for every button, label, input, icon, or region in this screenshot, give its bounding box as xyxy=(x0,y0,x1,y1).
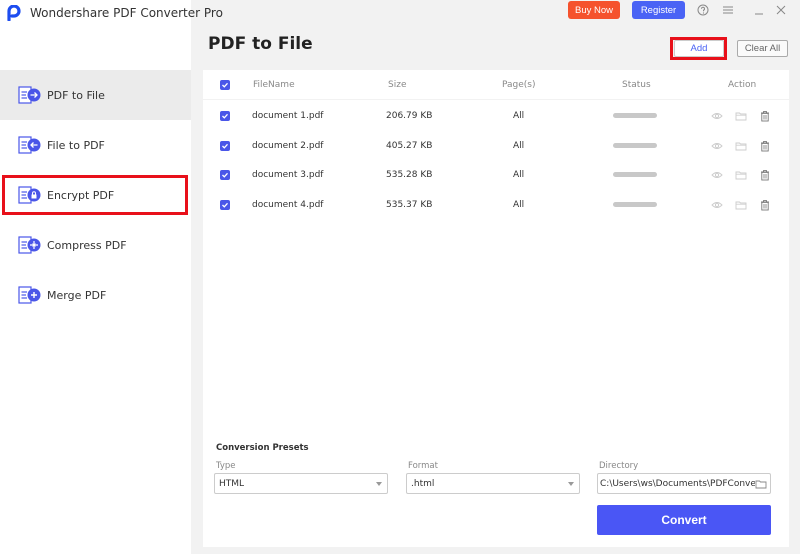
table-row[interactable]: document 1.pdf 206.79 KB All xyxy=(203,101,789,130)
delete-trash-icon[interactable] xyxy=(759,110,771,122)
file-size: 535.28 KB xyxy=(386,169,433,180)
minimize-icon[interactable] xyxy=(751,2,767,18)
help-icon[interactable] xyxy=(695,2,711,18)
status-progress-bar xyxy=(613,113,657,118)
buy-now-button[interactable]: Buy Now xyxy=(568,1,620,19)
app-title-bar: Wondershare PDF Converter Pro xyxy=(6,2,223,24)
app-name: Wondershare PDF Converter Pro xyxy=(30,6,223,20)
table-row[interactable]: document 4.pdf 535.37 KB All xyxy=(203,190,789,219)
app-logo-icon xyxy=(7,5,21,21)
type-label: Type xyxy=(216,461,236,471)
directory-label: Directory xyxy=(599,461,639,471)
preview-eye-icon[interactable] xyxy=(711,110,723,122)
sidebar-item-label: Compress PDF xyxy=(47,238,127,252)
type-select[interactable]: HTML xyxy=(214,473,388,494)
sidebar-item-label: Encrypt PDF xyxy=(47,188,115,202)
directory-value: C:\Users\ws\Documents\PDFConverter xyxy=(600,478,755,489)
file-pages: All xyxy=(513,140,525,151)
page-title: PDF to File xyxy=(208,34,313,54)
header-filename: FileName xyxy=(253,79,295,90)
file-name: document 2.pdf xyxy=(252,140,324,151)
sidebar-item-file-to-pdf[interactable]: File to PDF xyxy=(0,120,191,170)
sidebar-item-encrypt-pdf[interactable]: Encrypt PDF xyxy=(0,170,191,220)
directory-field[interactable]: C:\Users\ws\Documents\PDFConverter xyxy=(597,473,771,494)
compress-pdf-icon xyxy=(18,236,41,254)
add-button[interactable]: Add xyxy=(674,40,724,57)
row-checkbox[interactable] xyxy=(220,140,230,151)
chevron-down-icon xyxy=(376,482,382,486)
file-name: document 3.pdf xyxy=(252,169,324,180)
delete-trash-icon[interactable] xyxy=(759,199,771,211)
file-name: document 4.pdf xyxy=(252,199,324,210)
close-icon[interactable] xyxy=(773,2,789,18)
sidebar-item-label: File to PDF xyxy=(47,138,105,152)
pdf-to-file-icon xyxy=(18,86,41,104)
sidebar-item-label: PDF to File xyxy=(47,88,105,102)
row-checkbox[interactable] xyxy=(220,169,230,180)
row-checkbox[interactable] xyxy=(220,110,230,121)
file-size: 206.79 KB xyxy=(386,110,433,121)
preview-eye-icon[interactable] xyxy=(711,199,723,211)
delete-trash-icon[interactable] xyxy=(759,140,771,152)
presets-title: Conversion Presets xyxy=(216,443,309,453)
file-name: document 1.pdf xyxy=(252,110,324,121)
file-size: 405.27 KB xyxy=(386,140,433,151)
sidebar: Wondershare PDF Converter Pro PDF to Fil… xyxy=(0,0,223,554)
sidebar-item-compress-pdf[interactable]: Compress PDF xyxy=(0,220,191,270)
preview-eye-icon[interactable] xyxy=(711,169,723,181)
file-pages: All xyxy=(513,110,525,121)
file-pages: All xyxy=(513,169,525,180)
status-progress-bar xyxy=(613,143,657,148)
format-label: Format xyxy=(408,461,438,471)
open-folder-icon[interactable] xyxy=(735,140,747,152)
preview-eye-icon[interactable] xyxy=(711,140,723,152)
format-value: .html xyxy=(411,478,435,489)
header-action: Action xyxy=(728,79,757,90)
register-button[interactable]: Register xyxy=(632,1,685,19)
format-select[interactable]: .html xyxy=(406,473,580,494)
sidebar-item-pdf-to-file[interactable]: PDF to File xyxy=(0,70,191,120)
table-header: FileName Size Page(s) Status Action xyxy=(203,70,789,100)
sidebar-item-label: Merge PDF xyxy=(47,288,107,302)
open-folder-icon[interactable] xyxy=(735,110,747,122)
status-progress-bar xyxy=(613,172,657,177)
header-size: Size xyxy=(388,79,407,90)
file-size: 535.37 KB xyxy=(386,199,433,210)
menu-icon[interactable] xyxy=(720,2,736,18)
sidebar-item-merge-pdf[interactable]: Merge PDF xyxy=(0,270,191,320)
table-row[interactable]: document 3.pdf 535.28 KB All xyxy=(203,160,789,189)
convert-button[interactable]: Convert xyxy=(597,505,771,535)
header-status: Status xyxy=(622,79,651,90)
type-value: HTML xyxy=(219,478,245,489)
row-checkbox[interactable] xyxy=(220,199,230,210)
merge-pdf-icon xyxy=(18,286,41,304)
delete-trash-icon[interactable] xyxy=(759,169,771,181)
status-progress-bar xyxy=(613,202,657,207)
clear-all-button[interactable]: Clear All xyxy=(737,40,788,57)
file-to-pdf-icon xyxy=(18,136,41,154)
encrypt-pdf-icon xyxy=(18,186,41,204)
table-row[interactable]: document 2.pdf 405.27 KB All xyxy=(203,131,789,160)
file-pages: All xyxy=(513,199,525,210)
chevron-down-icon xyxy=(568,482,574,486)
open-folder-icon[interactable] xyxy=(735,169,747,181)
select-all-checkbox[interactable] xyxy=(220,80,230,90)
open-folder-icon[interactable] xyxy=(735,199,747,211)
folder-icon[interactable] xyxy=(755,478,767,490)
header-pages: Page(s) xyxy=(502,79,536,90)
sidebar-nav: PDF to File File to PDF Encrypt PDF Comp… xyxy=(0,70,191,320)
